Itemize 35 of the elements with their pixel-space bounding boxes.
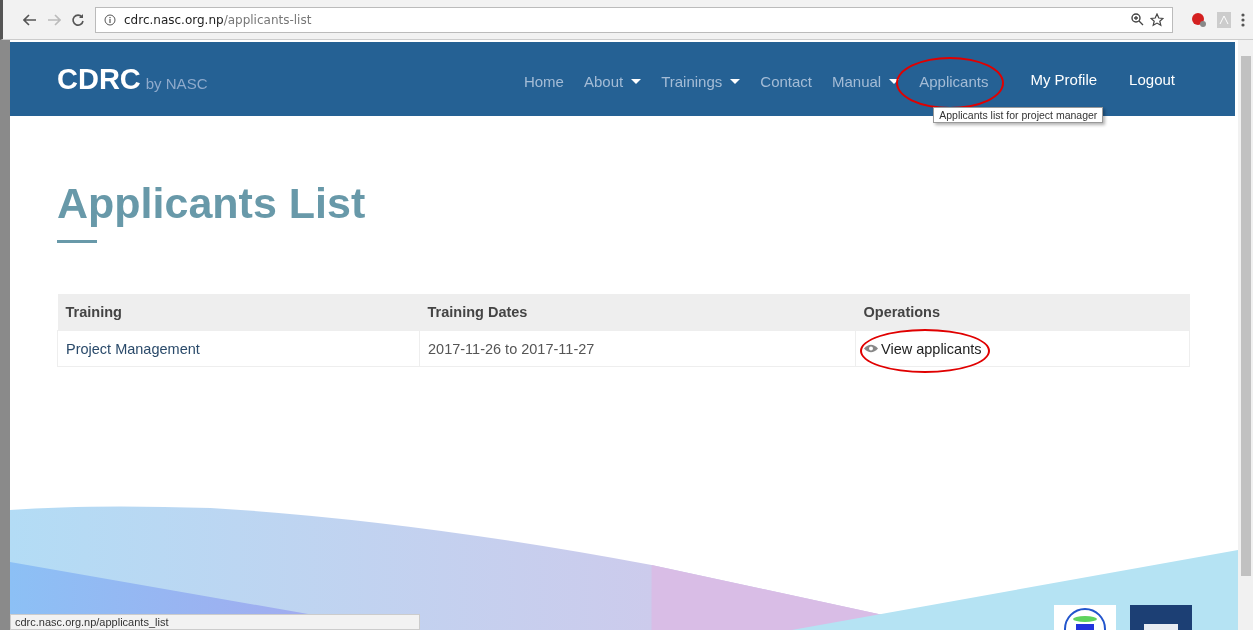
scrollbar[interactable] [1238, 40, 1253, 630]
zoom-icon[interactable] [1131, 13, 1144, 26]
view-applicants-link[interactable]: View applicants [881, 340, 982, 357]
column-header: Training Dates [419, 294, 856, 331]
info-icon[interactable] [104, 13, 116, 26]
nav-link[interactable]: Applicants [919, 72, 989, 90]
title-underline [57, 240, 97, 243]
table-cell: 2017-11-26 to 2017-11-27 [419, 330, 856, 367]
bank-logo [1130, 605, 1192, 630]
table-cell: Project Management [57, 330, 420, 367]
brand-subtitle: by NASC [145, 74, 208, 92]
tooltip: Applicants list for project manager [933, 106, 1104, 123]
eye-icon[interactable] [864, 344, 878, 354]
caret-icon[interactable] [631, 78, 642, 84]
nav-link[interactable]: Trainings [661, 72, 723, 90]
extension-icon[interactable] [1191, 11, 1207, 28]
scrollbar-thumb[interactable] [1240, 56, 1251, 576]
nav-link[interactable]: Logout [1129, 70, 1175, 88]
reload-icon[interactable] [71, 12, 85, 27]
brand-logo[interactable]: CDRC [57, 62, 141, 96]
address-bar[interactable]: cdrc.nasc.org.np/applicants-list [95, 6, 1173, 33]
column-header: Operations [855, 294, 1190, 331]
status-url: cdrc.nasc.org.np/applicants_list [10, 614, 420, 630]
nav-link[interactable]: Home [523, 72, 564, 90]
nav-link[interactable]: My Profile [1030, 70, 1098, 88]
back-icon[interactable] [23, 13, 37, 26]
nav-link[interactable]: Manual [832, 72, 882, 90]
column-header: Training [57, 294, 420, 331]
nav-link[interactable]: About [583, 72, 624, 90]
caret-icon[interactable] [730, 78, 741, 84]
star-icon[interactable] [1150, 12, 1164, 27]
nav-link[interactable]: Contact [760, 72, 812, 90]
page-title: Applicants List [57, 178, 367, 228]
emblem-logo [1054, 605, 1116, 630]
menu-icon[interactable] [1241, 12, 1245, 27]
